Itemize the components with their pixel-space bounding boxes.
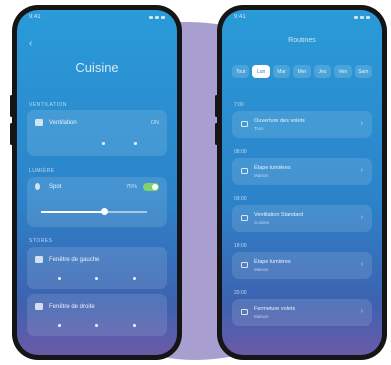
status-icons bbox=[149, 15, 165, 19]
blind-icon bbox=[35, 256, 43, 263]
routine-icon bbox=[241, 309, 248, 315]
chevron-right-icon: › bbox=[360, 214, 363, 221]
routine-time: 7:00 bbox=[234, 102, 244, 108]
page-title: Routines bbox=[288, 37, 316, 44]
speed-dots[interactable] bbox=[87, 142, 151, 145]
status-time: 9:41 bbox=[29, 14, 41, 20]
brightness-slider[interactable] bbox=[41, 208, 147, 215]
routine-card[interactable]: Ventilation Standard Cuisine › bbox=[232, 205, 372, 232]
day-tabs: Tout Lun Mar Mer Jeu Ven Sam bbox=[232, 65, 372, 78]
routine-room: Maison bbox=[254, 173, 269, 178]
tab-3[interactable]: Mer bbox=[293, 65, 311, 78]
store1-label: Fenêtre de gauche bbox=[49, 257, 100, 263]
store2-label: Fenêtre de droite bbox=[49, 304, 95, 310]
store-card-1[interactable]: Fenêtre de gauche bbox=[27, 247, 167, 289]
routine-icon bbox=[241, 215, 248, 221]
tab-4[interactable]: Jeu bbox=[313, 65, 332, 78]
routine-time: 08:00 bbox=[234, 149, 247, 155]
routine-icon bbox=[241, 121, 248, 127]
routine-time-header: 08:00 bbox=[234, 149, 370, 155]
brightness-fill bbox=[41, 211, 105, 213]
routine-time: 09:00 bbox=[234, 196, 247, 202]
routine-card[interactable]: Étape lumières Maison › bbox=[232, 252, 372, 279]
blind-icon bbox=[35, 303, 43, 310]
routine-icon bbox=[241, 168, 248, 174]
volume-button bbox=[10, 95, 13, 117]
light-card[interactable]: Spot 75% bbox=[27, 177, 167, 227]
store1-position-dots[interactable] bbox=[41, 277, 153, 280]
spot-label: Spot bbox=[49, 184, 62, 190]
routine-time-header: 09:00 bbox=[234, 196, 370, 202]
screen-right: 9:41 Routines Tout Lun Mar Mer Jeu Ven Sam 7:0… bbox=[222, 10, 382, 355]
routine-room: Cuisine bbox=[254, 220, 270, 225]
routine-name: Étape lumières bbox=[254, 259, 291, 265]
volume-button bbox=[10, 123, 13, 145]
routine-name: Fermeture volets bbox=[254, 306, 296, 312]
tab-2[interactable]: Mar bbox=[272, 65, 291, 78]
status-bar: 9:41 bbox=[17, 10, 177, 24]
store2-position-dots[interactable] bbox=[41, 324, 153, 327]
screen-left: 9:41 ‹ Cuisine VENTILATION Ventilation O… bbox=[17, 10, 177, 355]
section-ventilation: VENTILATION bbox=[29, 102, 67, 108]
bulb-icon bbox=[35, 183, 40, 190]
volume-button bbox=[215, 123, 218, 145]
routine-name: Ouverture des volets bbox=[254, 118, 305, 124]
routine-room: Tous bbox=[254, 126, 264, 131]
status-icons bbox=[354, 15, 370, 19]
ventilation-value: ON bbox=[150, 120, 159, 126]
status-time: 9:41 bbox=[234, 14, 246, 20]
section-lumiere: LUMIÈRE bbox=[29, 168, 55, 174]
spot-toggle[interactable] bbox=[143, 183, 159, 191]
store-card-2[interactable]: Fenêtre de droite bbox=[27, 294, 167, 336]
routine-time-header: 20:00 bbox=[234, 290, 370, 296]
routine-room: Maison bbox=[254, 314, 269, 319]
spot-value: 75% bbox=[125, 184, 137, 190]
status-bar: 9:41 bbox=[222, 10, 382, 24]
routine-room: Maison bbox=[254, 267, 269, 272]
ventilation-label: Ventilation bbox=[49, 120, 77, 126]
routine-icon bbox=[241, 262, 248, 268]
section-stores: STORES bbox=[29, 238, 53, 244]
page-title: Cuisine bbox=[75, 60, 119, 75]
routine-time-header: 18:00 bbox=[234, 243, 370, 249]
chevron-right-icon: › bbox=[360, 261, 363, 268]
routine-card[interactable]: Ouverture des volets Tous › bbox=[232, 111, 372, 138]
ventilation-card[interactable]: Ventilation ON bbox=[27, 110, 167, 156]
routine-time: 20:00 bbox=[234, 290, 247, 296]
routine-card[interactable]: Étape lumières Maison › bbox=[232, 158, 372, 185]
brightness-thumb[interactable] bbox=[101, 208, 109, 215]
tab-0[interactable]: Tout bbox=[232, 65, 250, 78]
routine-time-header: 7:00 bbox=[234, 102, 370, 108]
routine-name: Ventilation Standard bbox=[254, 212, 304, 218]
routine-time: 18:00 bbox=[234, 243, 247, 249]
chevron-right-icon: › bbox=[360, 167, 363, 174]
routine-card[interactable]: Fermeture volets Maison › bbox=[232, 299, 372, 326]
chevron-right-icon: › bbox=[360, 308, 363, 315]
tab-5[interactable]: Ven bbox=[334, 65, 352, 78]
phone-right: 9:41 Routines Tout Lun Mar Mer Jeu Ven Sam 7:0… bbox=[215, 5, 387, 360]
tab-6[interactable]: Sam bbox=[354, 65, 372, 78]
tab-1[interactable]: Lun bbox=[252, 65, 270, 78]
phone-left: 9:41 ‹ Cuisine VENTILATION Ventilation O… bbox=[10, 5, 182, 360]
volume-button bbox=[215, 95, 218, 117]
routine-name: Étape lumières bbox=[254, 165, 291, 171]
back-arrow-icon[interactable]: ‹ bbox=[29, 38, 32, 49]
chevron-right-icon: › bbox=[360, 120, 363, 127]
fan-icon bbox=[35, 119, 43, 126]
